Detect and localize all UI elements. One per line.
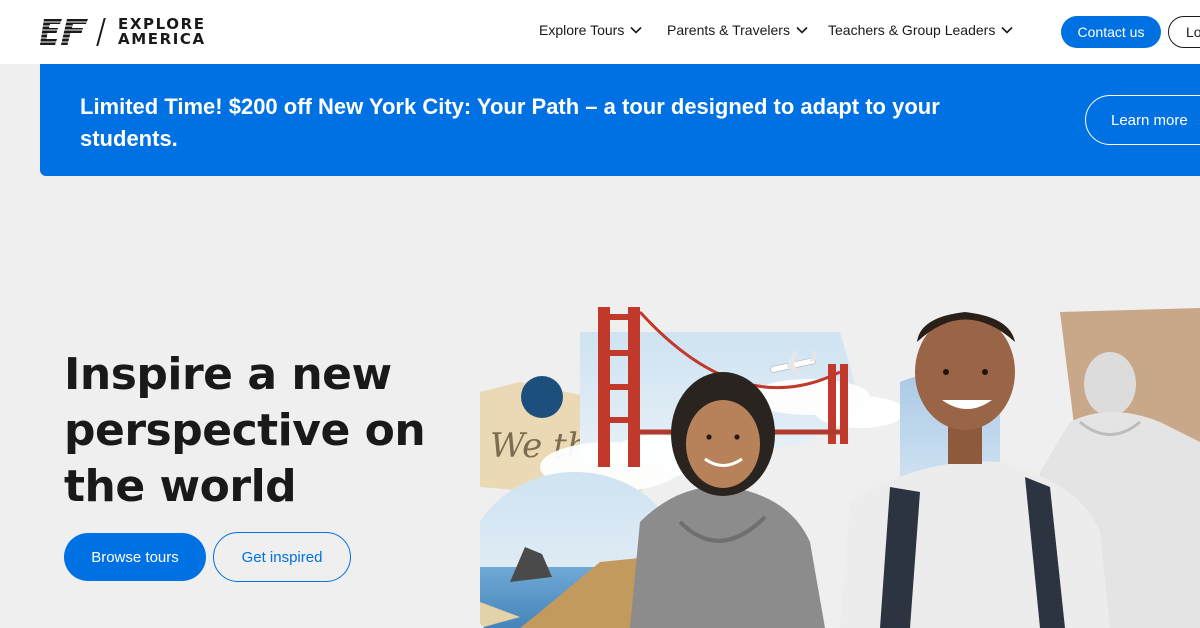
nav-parents-travelers[interactable]: Parents & Travelers xyxy=(667,22,808,38)
nav-explore-tours-label: Explore Tours xyxy=(539,22,625,38)
promo-banner: Limited Time! $200 off New York City: Yo… xyxy=(40,64,1200,176)
browse-tours-button[interactable]: Browse tours xyxy=(64,533,206,581)
contact-us-button[interactable]: Contact us xyxy=(1061,16,1161,48)
ef-logo-icon xyxy=(40,19,90,45)
login-button[interactable]: Lo xyxy=(1168,16,1200,48)
chevron-down-icon xyxy=(630,26,642,34)
nav-parents-travelers-label: Parents & Travelers xyxy=(667,22,790,38)
learn-more-button[interactable]: Learn more xyxy=(1085,95,1200,145)
brand-logo[interactable]: EXPLORE AMERICA xyxy=(40,16,206,48)
collage-illustration: We the xyxy=(480,272,1200,628)
get-inspired-button[interactable]: Get inspired xyxy=(213,532,351,582)
promo-text: Limited Time! $200 off New York City: Yo… xyxy=(80,94,940,151)
logo-divider xyxy=(96,18,106,46)
hero-title: Inspire a new perspective on the world xyxy=(64,349,426,512)
nav-explore-tours[interactable]: Explore Tours xyxy=(539,22,642,38)
hero-collage-image: We the xyxy=(480,272,1200,628)
chevron-down-icon xyxy=(1001,26,1013,34)
nav-teachers-group-leaders[interactable]: Teachers & Group Leaders xyxy=(828,22,1013,38)
decorative-circle xyxy=(521,376,563,418)
site-header: EXPLORE AMERICA Explore Tours Parents & … xyxy=(0,0,1200,64)
brand-name-line2: AMERICA xyxy=(118,30,206,48)
nav-teachers-group-leaders-label: Teachers & Group Leaders xyxy=(828,22,996,38)
chevron-down-icon xyxy=(796,26,808,34)
brand-name: EXPLORE AMERICA xyxy=(118,17,206,47)
